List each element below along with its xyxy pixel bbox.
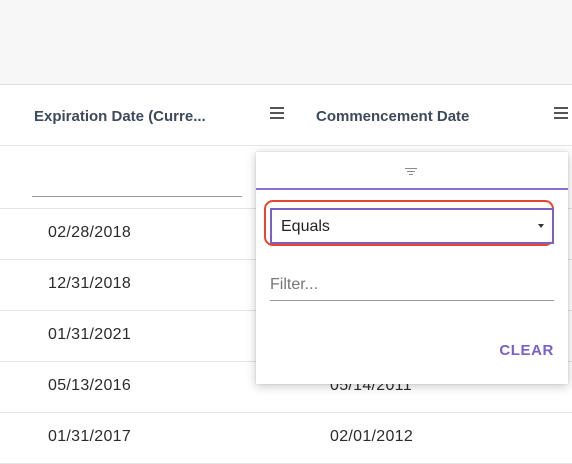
grid-header-row: Expiration Date (Curre... Commencement D… — [0, 85, 572, 146]
column-header-expiration-date[interactable]: Expiration Date (Curre... — [34, 108, 206, 125]
filter-operator-select[interactable]: Equals — [270, 208, 554, 244]
floating-filter-input[interactable] — [32, 196, 242, 197]
filter-icon — [405, 168, 417, 176]
caret-down-icon — [538, 224, 544, 228]
filter-tab[interactable] — [256, 152, 568, 190]
commencement-date-cell: 02/01/2012 — [330, 428, 414, 445]
table-row[interactable]: 01/31/2017 02/01/2012 — [0, 413, 572, 464]
expiration-date-cell: 12/31/2018 — [48, 275, 132, 292]
clear-button[interactable]: CLEAR — [499, 342, 554, 359]
column-filter-popup: Equals CLEAR — [256, 152, 568, 384]
column-header-commencement-date[interactable]: Commencement Date — [316, 108, 469, 125]
filter-operator-value: Equals — [281, 218, 330, 235]
expiration-date-cell: 01/31/2021 — [48, 326, 132, 343]
grid-toolbar-area — [0, 0, 572, 85]
expiration-date-cell: 05/13/2016 — [48, 377, 132, 394]
expiration-date-cell: 01/31/2017 — [48, 428, 132, 445]
column-menu-icon[interactable] — [270, 107, 284, 121]
column-menu-icon[interactable] — [554, 107, 568, 121]
expiration-date-cell: 02/28/2018 — [48, 224, 132, 241]
filter-value-input[interactable] — [270, 270, 554, 301]
